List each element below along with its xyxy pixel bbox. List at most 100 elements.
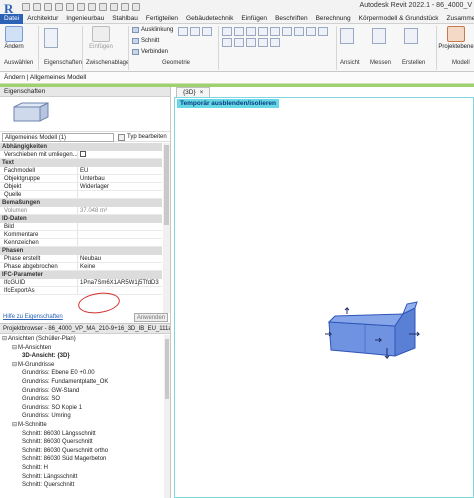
section-id-data[interactable]: ID-Daten (0, 215, 162, 223)
text-icon[interactable] (99, 3, 107, 11)
prop-value[interactable]: EU (78, 167, 162, 174)
browser-item[interactable]: ⊟M-Ansichten (0, 344, 164, 353)
unpin-icon[interactable] (258, 38, 268, 47)
paint-icon[interactable] (190, 27, 200, 36)
rotate-icon[interactable] (294, 27, 304, 36)
print-icon[interactable] (77, 3, 85, 11)
undo-icon[interactable] (55, 3, 63, 11)
browser-item[interactable]: Schnitt: 86030 Querschnitt (0, 438, 164, 447)
edit-type-button[interactable]: Typ bearbeiten (118, 133, 167, 142)
paste-button[interactable]: Einfügen (88, 26, 114, 50)
mirror-draw-icon[interactable] (258, 27, 268, 36)
align-icon[interactable] (222, 27, 232, 36)
browser-scrollbar[interactable] (164, 335, 170, 498)
redo-icon[interactable] (66, 3, 74, 11)
split-icon[interactable] (318, 27, 328, 36)
3d-view-icon[interactable] (110, 3, 118, 11)
group-properties[interactable]: Eigenschaften (44, 60, 82, 66)
prop-value[interactable]: Keine (78, 263, 162, 270)
group-select[interactable]: Auswählen (4, 60, 33, 66)
section-phases[interactable]: Phasen (0, 247, 162, 255)
checkbox-icon[interactable] (80, 151, 86, 158)
table-row[interactable]: Kommentare (0, 231, 162, 239)
prop-value[interactable] (78, 223, 162, 230)
close-views-icon[interactable] (132, 3, 140, 11)
section-constraints[interactable]: Abhängigkeiten (0, 143, 162, 151)
close-icon[interactable]: × (200, 88, 204, 97)
browser-item[interactable]: Schnitt: 86030 Längsschnitt (0, 430, 164, 439)
prop-value[interactable]: Widerlager (78, 183, 162, 190)
browser-item[interactable]: Grundriss: Umring (0, 412, 164, 421)
prop-value[interactable] (78, 191, 162, 198)
browser-item[interactable]: Schnitt: H (0, 464, 164, 473)
table-row[interactable]: Objekt Widerlager (0, 183, 162, 191)
mirror-axis-icon[interactable] (246, 27, 256, 36)
wall-join-icon[interactable] (202, 27, 212, 36)
pin-icon[interactable] (246, 38, 256, 47)
browser-item[interactable]: Grundriss: GW-Stand (0, 387, 164, 396)
tab-ingenieurbau[interactable]: Ingenieurbau (62, 14, 108, 24)
browser-item[interactable]: Schnitt: 86030 Querschnitt ortho (0, 447, 164, 456)
tab-fertigteilen[interactable]: Fertigteilen (142, 14, 182, 24)
copy-icon[interactable] (282, 27, 292, 36)
browser-item[interactable]: 3D-Ansicht: {3D} (0, 352, 164, 361)
table-row[interactable]: IfcExportAs (0, 287, 162, 295)
group-create[interactable]: Erstellen (402, 60, 425, 66)
move-icon[interactable] (270, 27, 280, 36)
browser-item[interactable]: ⊟Ansichten (Schüller-Plan) (0, 335, 164, 344)
browser-item[interactable]: ⊟M-Grundrisse (0, 361, 164, 370)
measure-icon[interactable] (88, 3, 96, 11)
cut-button[interactable]: Schnitt (132, 38, 159, 44)
table-row[interactable]: Bild (0, 223, 162, 231)
section-ifc[interactable]: IFC-Parameter (0, 271, 162, 279)
scrollbar-thumb[interactable] (164, 145, 169, 225)
scrollbar-thumb[interactable] (165, 339, 169, 399)
hide-in-view-icon[interactable] (340, 28, 354, 44)
prop-value[interactable] (78, 231, 162, 238)
table-row[interactable]: Kennzeichen (0, 239, 162, 247)
array-icon[interactable] (222, 38, 232, 47)
table-row[interactable]: Phase abgebrochen Keine (0, 263, 162, 271)
tab-beschriften[interactable]: Beschriften (271, 14, 312, 24)
group-geometry[interactable]: Geometrie (162, 60, 190, 66)
table-row[interactable]: Phase erstellt Neubau (0, 255, 162, 263)
group-model[interactable]: Modell (452, 60, 470, 66)
prop-value[interactable] (78, 151, 162, 158)
tab-koerpermodell[interactable]: Körpermodell & Grundstück (355, 14, 443, 24)
trim-icon[interactable] (306, 27, 316, 36)
tab-zusammenarbeit[interactable]: Zusammenarbe (443, 14, 474, 24)
table-row[interactable]: Volumen 37.048 m³ (0, 207, 162, 215)
properties-help-link[interactable]: Hilfe zu Eigenschaften (3, 314, 63, 320)
sync-icon[interactable] (44, 3, 52, 11)
prop-value[interactable] (78, 287, 162, 294)
browser-item[interactable]: ⊟M-Schnitte (0, 421, 164, 430)
tab-datei[interactable]: Datei (0, 14, 24, 24)
prop-value[interactable]: 1Pna7Sm6X1AR5W1j5TfdD3 (78, 279, 162, 286)
scale-icon[interactable] (234, 38, 244, 47)
section-text[interactable]: Text (0, 159, 162, 167)
create-group-icon[interactable] (404, 28, 418, 44)
3d-view-canvas[interactable]: Temporär ausblenden/isolieren (174, 97, 474, 498)
split-face-icon[interactable] (178, 27, 188, 36)
offset-icon[interactable] (234, 27, 244, 36)
join-button[interactable]: Verbinden (132, 49, 168, 55)
delete-icon[interactable] (270, 38, 280, 47)
revit-logo-icon[interactable]: R (4, 1, 20, 16)
abutment-model[interactable] (325, 300, 425, 362)
group-view[interactable]: Ansicht (340, 60, 360, 66)
browser-item[interactable]: Schnitt: 86030 Süd Magerbeton (0, 455, 164, 464)
project-level-button[interactable]: Projektebene (438, 26, 474, 50)
table-row[interactable]: IfcGUID 1Pna7Sm6X1AR5W1j5TfdD3 (0, 279, 162, 287)
prop-value[interactable]: Unterbau (78, 175, 162, 182)
tab-gebaeudetechnik[interactable]: Gebäudetechnik (182, 14, 237, 24)
table-row[interactable]: Objektgruppe Unterbau (0, 175, 162, 183)
view-tab-3d[interactable]: {3D} × (176, 87, 211, 97)
properties-icon[interactable] (44, 28, 58, 48)
prop-value[interactable] (78, 239, 162, 246)
apply-button[interactable]: Anwenden (134, 313, 168, 322)
prop-value[interactable]: Neubau (78, 255, 162, 262)
instance-selector[interactable]: Allgemeines Modell (1) (2, 133, 114, 142)
tab-berechnung[interactable]: Berechnung (312, 14, 355, 24)
section-dimensions[interactable]: Bemaßungen (0, 199, 162, 207)
group-measure[interactable]: Messen (370, 60, 391, 66)
